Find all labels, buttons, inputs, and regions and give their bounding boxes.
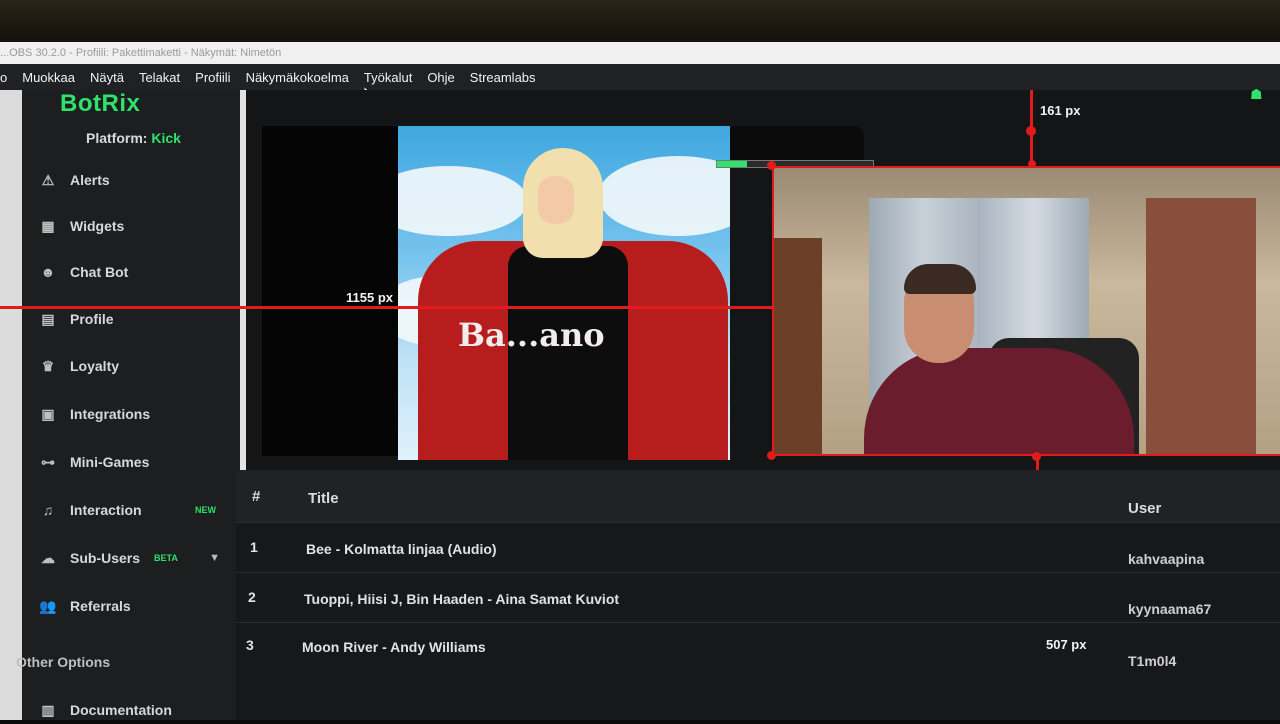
integrations-icon: ▣ xyxy=(41,405,55,422)
widgets-icon: ▦ xyxy=(41,217,55,234)
sidebar-item-sub-users[interactable]: ☁ Sub-Users BETA ▼ xyxy=(38,544,228,572)
bookshelf-right xyxy=(1146,198,1256,454)
sidebar-item-label: Documentation xyxy=(70,702,172,718)
person-hair xyxy=(904,264,976,294)
column-header-title[interactable]: Title xyxy=(308,490,339,507)
profile-card-icon: ▤ xyxy=(41,310,55,327)
sidebar-item-label: Alerts xyxy=(70,172,110,188)
sidebar-item-integrations[interactable]: ▣ Integrations xyxy=(38,400,228,428)
robot-icon: ☻ xyxy=(40,264,56,280)
other-options-heading: Other Options xyxy=(16,654,111,670)
streamlabs-icon[interactable]: ☗ xyxy=(1250,86,1263,103)
song-title: Tuoppi, Hiisi J, Bin Haaden - Aina Samat… xyxy=(304,591,620,607)
menu-item-scene-collection[interactable]: Näkymäkokoelma xyxy=(246,70,349,85)
menu-item-edit[interactable]: Muokkaa xyxy=(22,70,75,85)
platform-label: Platform: xyxy=(86,130,148,146)
table-row[interactable]: 1 Bee - Kolmatta linjaa (Audio) kahvaapi… xyxy=(236,522,1280,569)
row-number: 2 xyxy=(248,589,256,605)
sidebar-item-label: Integrations xyxy=(70,406,151,422)
sidebar-item-mini-games[interactable]: ⊶ Mini-Games xyxy=(38,448,228,476)
beta-badge: BETA xyxy=(154,553,178,563)
person-body xyxy=(864,348,1134,454)
sidebar-item-referrals[interactable]: 👥 Referrals xyxy=(38,592,228,620)
guide-handle[interactable] xyxy=(1026,126,1036,136)
document-icon: ▥ xyxy=(41,701,55,718)
webcam-source[interactable] xyxy=(772,166,1280,456)
song-request-table: # Title User 1 Bee - Kolmatta linjaa (Au… xyxy=(236,470,1280,720)
measure-left: 1155 px xyxy=(346,290,393,305)
person-face xyxy=(538,176,574,224)
referrals-icon: 👥 xyxy=(39,597,57,614)
sidebar-item-label: Loyalty xyxy=(70,358,120,374)
sidebar-item-interaction[interactable]: ♫ Interaction NEW xyxy=(38,496,228,524)
column-header-user[interactable]: User xyxy=(1128,500,1161,517)
cloud xyxy=(398,166,528,236)
resize-handle[interactable] xyxy=(767,451,776,460)
gamepad-icon: ⊶ xyxy=(41,453,55,470)
guide-line-left xyxy=(0,306,772,309)
table-row[interactable]: 3 Moon River - Andy Williams T1m0l4 xyxy=(236,622,1280,669)
cloud xyxy=(598,156,730,236)
row-number: 1 xyxy=(250,539,258,555)
sidebar-item-loyalty[interactable]: ♛ Loyalty xyxy=(38,352,228,380)
jacket-lettering: Ba...ano xyxy=(458,316,605,354)
platform-value: Kick xyxy=(151,130,181,146)
requester-user: kyynaama67 xyxy=(1128,601,1212,617)
scene-image-source[interactable]: Ba...ano xyxy=(398,126,730,460)
trophy-icon: ♛ xyxy=(41,357,55,374)
guide-handle[interactable] xyxy=(1028,160,1036,168)
audio-meter-fill xyxy=(717,161,747,167)
sidebar-item-label: Mini-Games xyxy=(70,454,150,470)
requester-user: kahvaapina xyxy=(1128,551,1205,567)
new-badge: NEW xyxy=(195,505,216,515)
menu-item-file[interactable]: o xyxy=(0,70,7,85)
sidebar-item-widgets[interactable]: ▦ Widgets xyxy=(38,212,228,240)
row-number: 3 xyxy=(246,637,254,653)
measure-bottom: 507 px xyxy=(1046,637,1087,652)
sidebar-item-label: Profile xyxy=(70,311,114,327)
warning-icon: ⚠ xyxy=(41,171,55,188)
monitor-bezel xyxy=(0,0,1280,42)
menu-item-streamlabs[interactable]: Streamlabs xyxy=(470,70,536,85)
menu-item-profile[interactable]: Profiili xyxy=(195,70,230,85)
measure-top: 161 px xyxy=(1040,103,1081,118)
song-title: Moon River - Andy Williams xyxy=(302,639,486,655)
sidebar-item-label: Widgets xyxy=(70,218,125,234)
resize-handle[interactable] xyxy=(767,161,776,170)
sidebar: BotRix Platform: Kick ⚠ Alerts ▦ Widgets… xyxy=(16,90,246,720)
table-row[interactable]: 2 Tuoppi, Hiisi J, Bin Haaden - Aina Sam… xyxy=(236,572,1280,619)
sidebar-item-label: Sub-Users xyxy=(70,550,141,566)
window-title: ...OBS 30.2.0 - Profiili: Pakettimaketti… xyxy=(0,42,1280,64)
sidebar-item-label: Referrals xyxy=(70,598,131,614)
menu-item-view[interactable]: Näytä xyxy=(90,70,124,85)
menu-bar: o Muokkaa Näytä Telakat Profiili Näkymäk… xyxy=(0,64,1280,90)
sidebar-item-chat-bot[interactable]: ☻ Chat Bot xyxy=(38,258,228,286)
menu-item-tools[interactable]: Työkalut xyxy=(364,70,412,85)
song-title: Bee - Kolmatta linjaa (Audio) xyxy=(306,541,497,557)
bookshelf-left xyxy=(774,238,822,454)
sidebar-item-alerts[interactable]: ⚠ Alerts xyxy=(38,166,228,194)
requester-user: T1m0l4 xyxy=(1128,653,1177,669)
users-cloud-icon: ☁ xyxy=(41,549,55,566)
resize-handle[interactable] xyxy=(1032,452,1041,461)
menu-item-help[interactable]: Ohje xyxy=(427,70,454,85)
sidebar-item-label: Chat Bot xyxy=(70,264,129,280)
table-header: # Title User xyxy=(236,470,1280,522)
chevron-down-icon[interactable]: ▼ xyxy=(209,552,220,564)
botrix-logo[interactable]: BotRix xyxy=(60,90,140,118)
menu-item-docks[interactable]: Telakat xyxy=(139,70,180,85)
column-header-number: # xyxy=(252,488,261,505)
sidebar-item-label: Interaction xyxy=(70,502,142,518)
music-note-icon: ♫ xyxy=(42,502,54,518)
platform-indicator: Platform: Kick xyxy=(86,130,181,146)
sidebar-item-profile[interactable]: ▤ Profile xyxy=(38,305,228,333)
